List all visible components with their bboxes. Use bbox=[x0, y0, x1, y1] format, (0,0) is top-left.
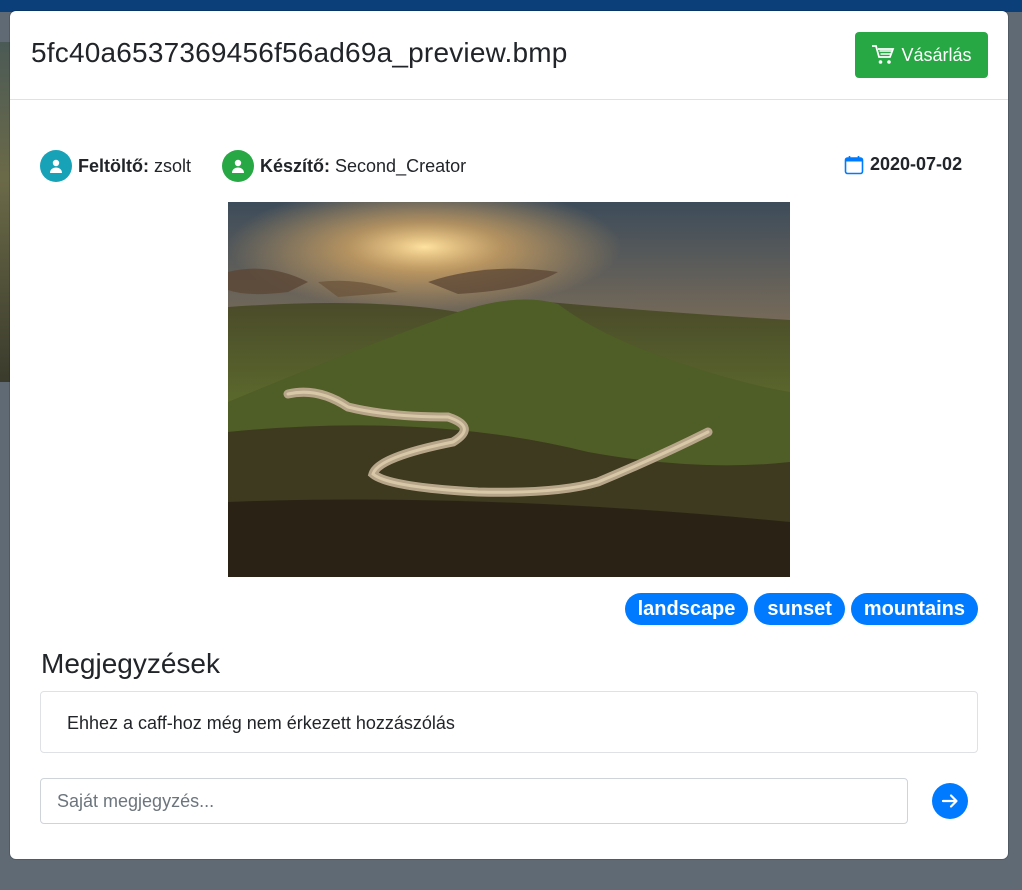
user-icon bbox=[222, 150, 254, 182]
cart-icon bbox=[872, 45, 895, 64]
modal-header: 5fc40a6537369456f56ad69a_preview.bmp Vás… bbox=[10, 11, 1008, 100]
user-icon bbox=[40, 150, 72, 182]
creator-info: Készítő: Second_Creator bbox=[222, 150, 466, 182]
preview-image bbox=[228, 202, 790, 577]
tag-list: landscape sunset mountains bbox=[624, 593, 978, 625]
upload-date-value: 2020-07-02 bbox=[870, 154, 963, 174]
comment-input[interactable] bbox=[40, 778, 908, 824]
background-thumbnail bbox=[0, 42, 10, 382]
creator-label: Készítő: bbox=[260, 155, 331, 176]
uploader-label: Feltöltő: bbox=[78, 155, 149, 176]
buy-button[interactable]: Vásárlás bbox=[855, 32, 988, 78]
comments-title: Megjegyzések bbox=[41, 648, 220, 679]
tag-landscape[interactable]: landscape bbox=[624, 593, 749, 625]
tag-sunset[interactable]: sunset bbox=[754, 593, 845, 625]
arrow-right-icon bbox=[941, 794, 958, 808]
buy-button-label: Vásárlás bbox=[901, 44, 972, 65]
send-comment-button[interactable] bbox=[932, 783, 968, 819]
modal-title: 5fc40a6537369456f56ad69a_preview.bmp bbox=[31, 37, 568, 68]
creator-value: Second_Creator bbox=[335, 155, 467, 176]
calendar-icon bbox=[844, 155, 864, 174]
comments-list: Ehhez a caff-hoz még nem érkezett hozzás… bbox=[40, 691, 978, 753]
tag-mountains[interactable]: mountains bbox=[850, 593, 978, 625]
uploader-info: Feltöltő: zsolt bbox=[40, 150, 191, 182]
upload-date: 2020-07-02 bbox=[844, 154, 962, 175]
comments-empty-text: Ehhez a caff-hoz még nem érkezett hozzás… bbox=[67, 713, 455, 733]
uploader-value: zsolt bbox=[153, 155, 191, 176]
caff-preview-modal: 5fc40a6537369456f56ad69a_preview.bmp Vás… bbox=[10, 11, 1008, 859]
